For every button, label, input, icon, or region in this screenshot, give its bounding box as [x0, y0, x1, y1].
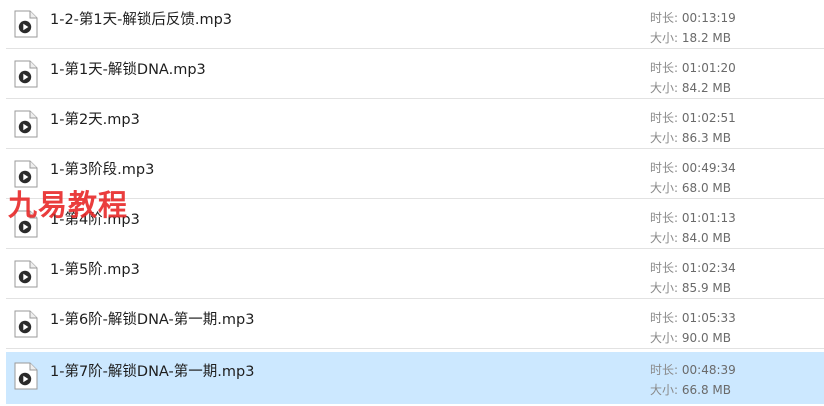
duration-meta: 时长: 01:02:34: [650, 259, 736, 276]
file-name: 1-第1天-解锁DNA.mp3: [50, 62, 206, 78]
audio-file-icon: [14, 160, 38, 188]
audio-file-icon: [14, 362, 38, 390]
duration-label: 时长:: [650, 61, 679, 75]
file-row-4[interactable]: 1-第3阶段.mp3 时长: 00:49:34 大小: 68.0 MB: [6, 150, 824, 199]
size-value: 18.2 MB: [681, 31, 731, 45]
size-value: 68.0 MB: [681, 181, 731, 195]
audio-file-icon: [14, 310, 38, 338]
size-label: 大小:: [650, 383, 679, 397]
size-value: 66.8 MB: [681, 383, 731, 397]
duration-meta: 时长: 01:01:20: [650, 59, 736, 76]
size-meta: 大小: 90.0 MB: [650, 329, 731, 346]
file-row-3[interactable]: 1-第2天.mp3 时长: 01:02:51 大小: 86.3 MB: [6, 100, 824, 149]
duration-value: 01:02:34: [681, 261, 736, 275]
duration-label: 时长:: [650, 311, 679, 325]
duration-label: 时长:: [650, 161, 679, 175]
duration-label: 时长:: [650, 261, 679, 275]
file-row-5[interactable]: 1-第4阶.mp3 时长: 01:01:13 大小: 84.0 MB: [6, 200, 824, 249]
duration-meta: 时长: 00:49:34: [650, 159, 736, 176]
duration-meta: 时长: 01:05:33: [650, 309, 736, 326]
size-meta: 大小: 84.0 MB: [650, 229, 731, 246]
file-name: 1-2-第1天-解锁后反馈.mp3: [50, 12, 233, 28]
file-row-2[interactable]: 1-第1天-解锁DNA.mp3 时长: 01:01:20 大小: 84.2 MB: [6, 50, 824, 99]
size-label: 大小:: [650, 231, 679, 245]
size-meta: 大小: 18.2 MB: [650, 29, 731, 46]
size-value: 85.9 MB: [681, 281, 731, 295]
file-row-1[interactable]: 1-2-第1天-解锁后反馈.mp3 时长: 00:13:19 大小: 18.2 …: [6, 0, 824, 49]
audio-file-icon: [14, 260, 38, 288]
size-label: 大小:: [650, 81, 679, 95]
size-meta: 大小: 68.0 MB: [650, 179, 731, 196]
duration-value: 01:05:33: [681, 311, 736, 325]
size-label: 大小:: [650, 181, 679, 195]
duration-meta: 时长: 00:13:19: [650, 9, 736, 26]
file-row-7[interactable]: 1-第6阶-解锁DNA-第一期.mp3 时长: 01:05:33 大小: 90.…: [6, 300, 824, 349]
duration-value: 01:01:13: [681, 211, 736, 225]
duration-label: 时长:: [650, 111, 679, 125]
size-label: 大小:: [650, 131, 679, 145]
duration-value: 01:01:20: [681, 61, 736, 75]
size-label: 大小:: [650, 31, 679, 45]
size-meta: 大小: 85.9 MB: [650, 279, 731, 296]
audio-file-icon: [14, 60, 38, 88]
audio-file-icon: [14, 110, 38, 138]
audio-file-icon: [14, 210, 38, 238]
file-name: 1-第6阶-解锁DNA-第一期.mp3: [50, 312, 255, 328]
duration-label: 时长:: [650, 363, 679, 377]
size-label: 大小:: [650, 331, 679, 345]
audio-file-icon: [14, 10, 38, 38]
duration-label: 时长:: [650, 11, 679, 25]
file-row-6[interactable]: 1-第5阶.mp3 时长: 01:02:34 大小: 85.9 MB: [6, 250, 824, 299]
duration-meta: 时长: 01:02:51: [650, 109, 736, 126]
size-label: 大小:: [650, 281, 679, 295]
size-value: 84.0 MB: [681, 231, 731, 245]
size-meta: 大小: 84.2 MB: [650, 79, 731, 96]
file-name: 1-第7阶-解锁DNA-第一期.mp3: [50, 364, 255, 380]
duration-value: 00:49:34: [681, 161, 736, 175]
duration-meta: 时长: 00:48:39: [650, 361, 736, 378]
file-name: 1-第4阶.mp3: [50, 212, 140, 228]
file-name: 1-第3阶段.mp3: [50, 162, 155, 178]
size-value: 84.2 MB: [681, 81, 731, 95]
duration-value: 01:02:51: [681, 111, 736, 125]
duration-meta: 时长: 01:01:13: [650, 209, 736, 226]
size-value: 86.3 MB: [681, 131, 731, 145]
file-name: 1-第5阶.mp3: [50, 262, 140, 278]
file-row-8[interactable]: 1-第7阶-解锁DNA-第一期.mp3 时长: 00:48:39 大小: 66.…: [6, 352, 824, 404]
file-name: 1-第2天.mp3: [50, 112, 140, 128]
duration-value: 00:13:19: [681, 11, 736, 25]
size-value: 90.0 MB: [681, 331, 731, 345]
size-meta: 大小: 86.3 MB: [650, 129, 731, 146]
file-list: 1-2-第1天-解锁后反馈.mp3 时长: 00:13:19 大小: 18.2 …: [0, 0, 824, 406]
duration-value: 00:48:39: [681, 363, 736, 377]
duration-label: 时长:: [650, 211, 679, 225]
size-meta: 大小: 66.8 MB: [650, 381, 731, 398]
